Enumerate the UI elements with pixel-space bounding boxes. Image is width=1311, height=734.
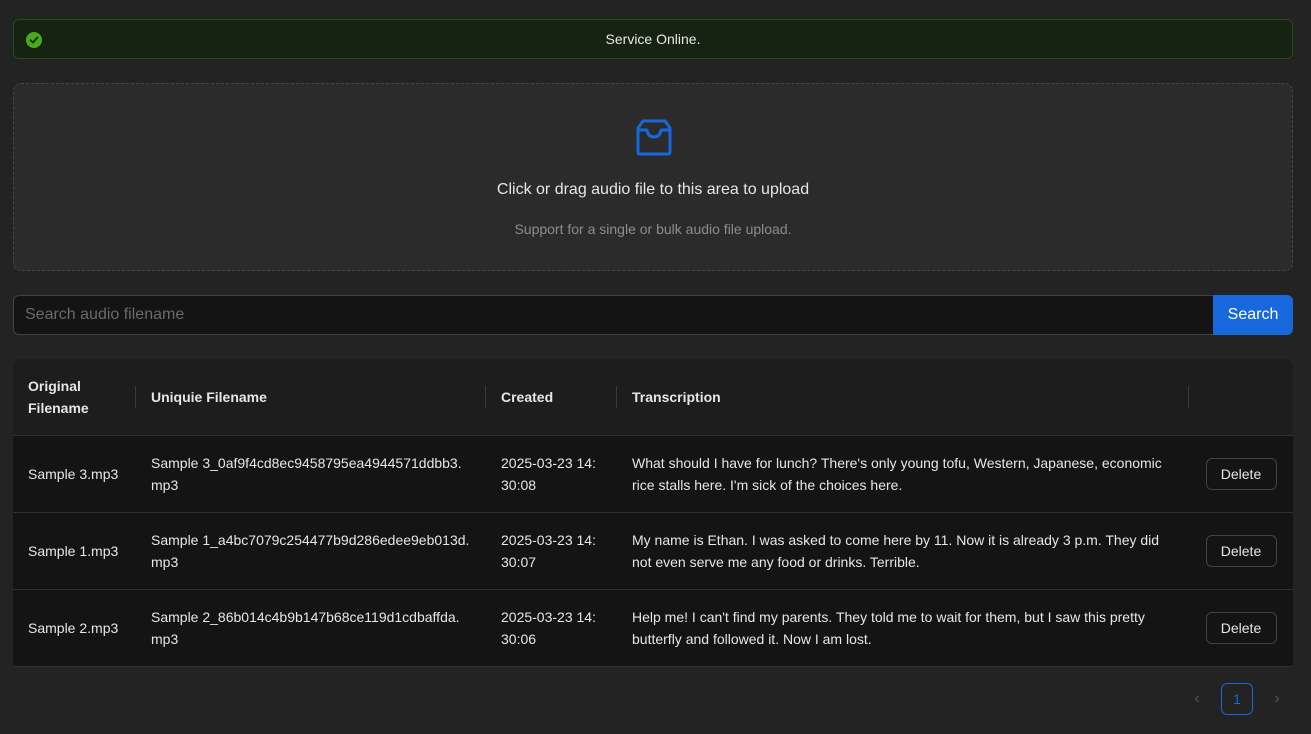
page: Service Online. Click or drag audio file… xyxy=(0,0,1311,734)
delete-button[interactable]: Delete xyxy=(1205,535,1277,567)
chevron-right-icon: › xyxy=(1274,690,1280,707)
cell-transcription: What should I have for lunch? There's on… xyxy=(632,455,1162,493)
cell-transcription: Help me! I can't find my parents. They t… xyxy=(632,609,1145,647)
table-row: Sample 3.mp3 Sample 3_0af9f4cd8ec9458795… xyxy=(13,436,1293,513)
column-header-unique-filename[interactable]: Uniquie Filename xyxy=(136,359,486,435)
alert-message: Service Online. xyxy=(605,31,701,47)
search-bar: Search xyxy=(13,295,1293,335)
delete-button[interactable]: Delete xyxy=(1205,612,1277,644)
cell-created: 2025-03-23 14:30:07 xyxy=(501,532,596,570)
cell-original-filename: Sample 2.mp3 xyxy=(28,620,119,636)
table-row: Sample 2.mp3 Sample 2_86b014c4b9b147b68c… xyxy=(13,590,1293,667)
table-row: Sample 1.mp3 Sample 1_a4bc7079c254477b9d… xyxy=(13,513,1293,590)
column-header-created[interactable]: Created xyxy=(486,359,617,435)
delete-button[interactable]: Delete xyxy=(1205,458,1277,490)
cell-unique-filename: Sample 2_86b014c4b9b147b68ce119d1cdbaffd… xyxy=(151,609,460,647)
cell-transcription: My name is Ethan. I was asked to come he… xyxy=(632,532,1160,570)
cell-actions: Delete xyxy=(1189,513,1293,589)
chevron-left-icon: ‹ xyxy=(1194,690,1200,707)
search-input[interactable] xyxy=(13,295,1213,335)
audio-table: Original Filename Uniquie Filename Creat… xyxy=(13,359,1293,667)
pagination: ‹ 1 › xyxy=(1181,683,1293,715)
next-page-button[interactable]: › xyxy=(1261,683,1293,715)
search-button[interactable]: Search xyxy=(1213,295,1293,335)
upload-title: Click or drag audio file to this area to… xyxy=(496,181,810,198)
page-1-button[interactable]: 1 xyxy=(1221,683,1253,715)
cell-actions: Delete xyxy=(1189,436,1293,512)
cell-unique-filename: Sample 3_0af9f4cd8ec9458795ea4944571ddbb… xyxy=(151,455,462,493)
cell-created: 2025-03-23 14:30:08 xyxy=(501,455,596,493)
table-header: Original Filename Uniquie Filename Creat… xyxy=(13,359,1293,436)
column-header-transcription[interactable]: Transcription xyxy=(617,359,1189,435)
upload-hint: Support for a single or bulk audio file … xyxy=(514,221,792,237)
check-circle-icon xyxy=(26,32,42,48)
cell-original-filename: Sample 3.mp3 xyxy=(28,466,119,482)
cell-original-filename: Sample 1.mp3 xyxy=(28,543,119,559)
service-status-alert: Service Online. xyxy=(13,19,1293,59)
column-header-original-filename[interactable]: Original Filename xyxy=(13,359,136,435)
inbox-icon xyxy=(634,118,674,158)
cell-unique-filename: Sample 1_a4bc7079c254477b9d286edee9eb013… xyxy=(151,532,470,570)
cell-actions: Delete xyxy=(1189,590,1293,666)
upload-dropzone[interactable]: Click or drag audio file to this area to… xyxy=(13,83,1293,271)
column-header-actions xyxy=(1189,359,1293,435)
prev-page-button[interactable]: ‹ xyxy=(1181,683,1213,715)
cell-created: 2025-03-23 14:30:06 xyxy=(501,609,596,647)
